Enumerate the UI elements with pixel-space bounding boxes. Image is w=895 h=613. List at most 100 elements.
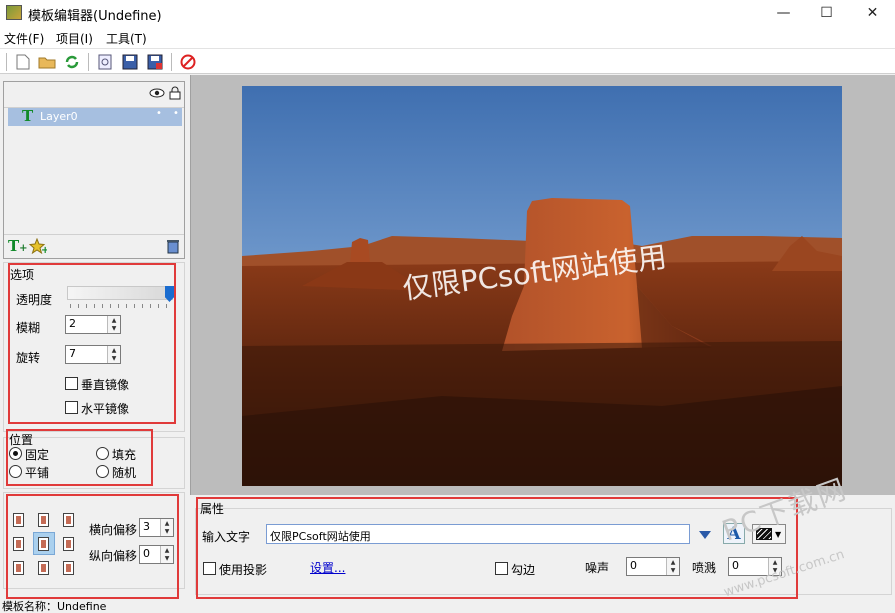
align-top-center[interactable]: [38, 513, 49, 527]
watermark-text-value: 仅限PCsoft网站使用: [270, 530, 371, 543]
position-random-label: 随机: [112, 466, 137, 480]
menu-bar: 文件(F) 项目(I) 工具(T): [0, 26, 895, 48]
menu-tools[interactable]: 工具(T): [106, 30, 147, 47]
position-random-radio[interactable]: [96, 465, 109, 478]
rotate-spinner[interactable]: 7 ▲ ▼: [65, 345, 121, 364]
align-bottom-center[interactable]: [38, 561, 49, 575]
add-text-layer-icon[interactable]: T+: [8, 237, 28, 255]
spin-down-icon[interactable]: ▼: [108, 354, 120, 362]
v-offset-spinner[interactable]: 0 ▲ ▼: [139, 545, 174, 564]
vflip-label: 垂直镜像: [81, 378, 130, 392]
spin-up-icon[interactable]: ▲: [108, 346, 120, 354]
hflip-label: 水平镜像: [81, 402, 130, 416]
position-fixed-label: 固定: [25, 448, 50, 462]
menu-project[interactable]: 项目(I): [56, 30, 93, 47]
window-title: 模板编辑器(Undefine): [28, 9, 162, 24]
spin-down-icon[interactable]: ▼: [161, 527, 173, 535]
layer-row[interactable]: T Layer0 • •: [8, 107, 182, 126]
noise-spinner[interactable]: 0 ▲ ▼: [626, 557, 680, 576]
maximize-button[interactable]: ☐: [804, 0, 849, 26]
lock-icon[interactable]: [169, 86, 181, 103]
status-bar: 模板名称：Undefine: [0, 599, 895, 613]
delete-layer-icon[interactable]: [166, 239, 180, 257]
align-top-right[interactable]: [63, 513, 74, 527]
save-icon[interactable]: [121, 53, 139, 71]
preview-icon[interactable]: [96, 53, 114, 71]
stroke-label: 勾边: [511, 563, 536, 577]
noise-label: 噪声: [585, 561, 610, 575]
refresh-icon[interactable]: [63, 53, 81, 71]
v-offset-spin-buttons[interactable]: ▲ ▼: [160, 546, 173, 563]
layer-panel: T Layer0 • • T+ +: [3, 81, 185, 259]
noise-spin-buttons[interactable]: ▲ ▼: [666, 558, 679, 575]
open-folder-icon[interactable]: [38, 53, 56, 71]
layer-panel-footer: T+ +: [4, 234, 184, 258]
alignment-grid: [12, 512, 78, 576]
text-history-dropdown[interactable]: [697, 525, 713, 544]
shadow-label: 使用投影: [219, 563, 268, 577]
toolbar: [0, 48, 895, 74]
position-fill-radio[interactable]: [96, 447, 109, 460]
v-offset-label: 纵向偏移: [89, 549, 138, 563]
spin-down-icon[interactable]: ▼: [108, 324, 120, 332]
blur-spin-buttons[interactable]: ▲ ▼: [107, 316, 120, 333]
spin-up-icon[interactable]: ▲: [769, 558, 781, 566]
highlight-box: [196, 497, 798, 599]
spin-up-icon[interactable]: ▲: [667, 558, 679, 566]
spin-up-icon[interactable]: ▲: [161, 519, 173, 527]
position-fixed-radio[interactable]: [9, 447, 22, 460]
blur-spinner[interactable]: 2 ▲ ▼: [65, 315, 121, 334]
menu-file[interactable]: 文件(F): [4, 30, 44, 47]
title-bar: 模板编辑器(Undefine) — ☐ ✕: [0, 0, 895, 26]
align-middle-right[interactable]: [63, 537, 74, 551]
watermark-text-input[interactable]: 仅限PCsoft网站使用: [266, 524, 690, 544]
h-offset-label: 横向偏移: [89, 523, 138, 537]
align-center[interactable]: [38, 537, 49, 551]
layer-lock-dot[interactable]: •: [173, 108, 179, 119]
stroke-checkbox[interactable]: [495, 562, 508, 575]
align-middle-left[interactable]: [13, 537, 24, 551]
rotate-value: 7: [69, 347, 76, 360]
layer-panel-header: [4, 82, 184, 108]
layer-name: Layer0: [40, 110, 78, 123]
minimize-button[interactable]: —: [761, 0, 806, 26]
stop-icon[interactable]: [179, 53, 197, 71]
spin-down-icon[interactable]: ▼: [161, 554, 173, 562]
h-offset-spin-buttons[interactable]: ▲ ▼: [160, 519, 173, 536]
toolbar-separator: [88, 53, 89, 71]
h-offset-value: 3: [143, 520, 150, 533]
layer-visible-dot[interactable]: •: [156, 108, 162, 119]
close-button[interactable]: ✕: [850, 0, 895, 26]
new-file-icon[interactable]: [14, 53, 32, 71]
shadow-checkbox[interactable]: [203, 562, 216, 575]
visibility-eye-icon[interactable]: [149, 87, 165, 102]
svg-text:+: +: [41, 245, 47, 254]
opacity-ticks: [70, 304, 174, 308]
align-bottom-right[interactable]: [63, 561, 74, 575]
blur-value: 2: [69, 317, 76, 330]
hflip-checkbox[interactable]: [65, 401, 78, 414]
spin-down-icon[interactable]: ▼: [667, 566, 679, 574]
spin-up-icon[interactable]: ▲: [108, 316, 120, 324]
app-icon: [6, 5, 22, 20]
position-tile-radio[interactable]: [9, 465, 22, 478]
spray-label: 喷溅: [692, 561, 717, 575]
save-as-icon[interactable]: [146, 53, 164, 71]
rotate-spin-buttons[interactable]: ▲ ▼: [107, 346, 120, 363]
h-offset-spinner[interactable]: 3 ▲ ▼: [139, 518, 174, 537]
preview-image[interactable]: 仅限PCsoft网站使用: [242, 86, 842, 486]
align-bottom-left[interactable]: [13, 561, 24, 575]
options-title: 选项: [10, 268, 35, 282]
opacity-label: 透明度: [16, 293, 53, 307]
property-title: 属性: [200, 502, 225, 516]
align-top-left[interactable]: [13, 513, 24, 527]
rotate-label: 旋转: [16, 351, 41, 365]
vflip-checkbox[interactable]: [65, 377, 78, 390]
spray-value: 0: [732, 559, 739, 572]
spin-up-icon[interactable]: ▲: [161, 546, 173, 554]
settings-link[interactable]: 设置...: [310, 559, 345, 576]
add-image-layer-icon[interactable]: +: [28, 237, 49, 257]
template-name-status: 模板名称：Undefine: [2, 600, 107, 613]
opacity-slider[interactable]: [67, 286, 173, 300]
toolbar-separator: [171, 53, 172, 71]
